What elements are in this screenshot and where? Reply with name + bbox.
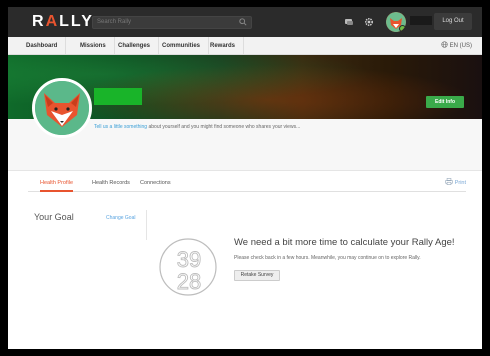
logo-part-accent: A — [45, 13, 60, 30]
print-label: Print — [454, 180, 466, 186]
messages-icon[interactable] — [344, 17, 354, 27]
logo-part: R — [32, 13, 46, 30]
search-placeholder: Search Rally — [97, 19, 132, 25]
nav-item-rewards[interactable]: Rewards — [202, 37, 245, 55]
about-link[interactable]: Tell us a little something — [94, 124, 147, 130]
user-avatar[interactable] — [386, 12, 406, 32]
retake-survey-button[interactable]: Retake Survey — [234, 270, 280, 281]
rally-age-title: We need a bit more time to calculate you… — [234, 237, 455, 248]
language-label: EN (US) — [449, 43, 472, 49]
rally-logo[interactable]: RALLY — [32, 13, 94, 31]
user-name-redacted — [410, 16, 432, 25]
main-nav: Dashboard Missions Challenges Communitie… — [8, 37, 482, 55]
language-selector[interactable]: EN (US) — [441, 37, 472, 55]
tab-connections[interactable]: Connections — [140, 178, 171, 192]
goal-heading: Your Goal — [34, 212, 74, 222]
nav-item-missions[interactable]: Missions — [72, 37, 115, 55]
change-goal-link[interactable]: Change Goal — [106, 215, 135, 221]
profile-avatar[interactable] — [32, 78, 92, 138]
vertical-divider — [146, 210, 147, 240]
about-text: about yourself and you might find someon… — [147, 124, 301, 130]
print-button[interactable]: Print — [444, 178, 466, 188]
tab-health-records[interactable]: Health Records — [92, 178, 130, 192]
rally-age-description: Please check back in a few hours. Meanwh… — [234, 255, 421, 261]
nav-item-communities[interactable]: Communities — [154, 37, 210, 55]
age-digits-bottom: 28 — [177, 269, 201, 294]
online-badge — [399, 25, 406, 32]
logo-part: LLY — [59, 13, 94, 30]
rally-age-placeholder: 39 28 — [159, 238, 217, 296]
about-prompt: Tell us a little something about yoursel… — [94, 124, 300, 130]
profile-tabs: Health Profile Health Records Connection… — [28, 178, 466, 192]
globe-icon — [441, 41, 448, 48]
tab-health-profile[interactable]: Health Profile — [40, 178, 74, 192]
logout-button[interactable]: Log Out — [434, 13, 472, 30]
nav-item-dashboard[interactable]: Dashboard — [18, 37, 67, 55]
search-icon[interactable] — [239, 18, 247, 26]
nav-item-challenges[interactable]: Challenges — [110, 37, 160, 55]
top-bar: RALLY Search Rally Log Out — [8, 7, 482, 37]
fox-avatar-icon — [35, 81, 89, 135]
app-frame: RALLY Search Rally Log Out Dashboard Mis… — [8, 7, 482, 349]
profile-name-redacted — [94, 88, 142, 105]
search-input[interactable]: Search Rally — [92, 16, 252, 29]
gear-icon[interactable] — [364, 17, 374, 27]
edit-info-button[interactable]: Edit Info — [426, 96, 464, 108]
printer-icon — [444, 178, 453, 185]
